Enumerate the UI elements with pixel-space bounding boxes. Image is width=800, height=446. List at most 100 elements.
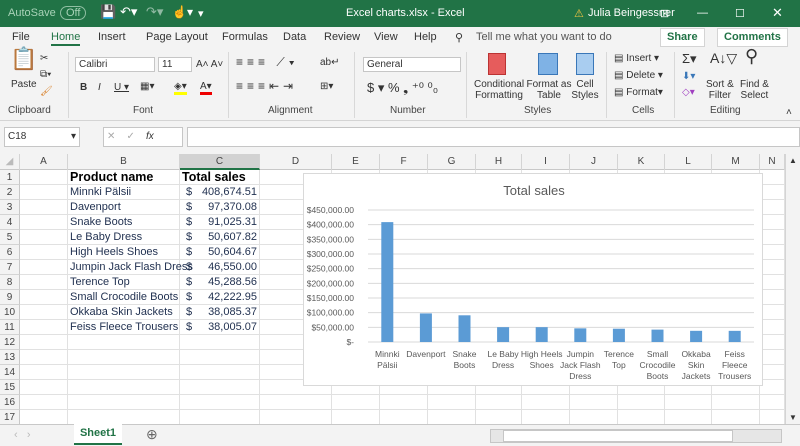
column-header-K[interactable]: K bbox=[618, 154, 665, 170]
merge-center-icon[interactable]: ⊞▾ bbox=[320, 81, 333, 92]
cell-A15[interactable] bbox=[20, 380, 68, 395]
name-box[interactable]: C18 ▾ bbox=[4, 127, 80, 147]
cancel-icon[interactable]: ✕ bbox=[107, 131, 115, 142]
cell-C12[interactable] bbox=[180, 335, 260, 350]
bar[interactable] bbox=[381, 222, 394, 342]
row-header-1[interactable]: 1 bbox=[0, 170, 20, 185]
horizontal-align-icons[interactable]: ≡≡≡⇤⇥ bbox=[236, 80, 297, 92]
number-format-select[interactable]: General bbox=[363, 57, 461, 72]
cell-C9[interactable]: $42,222.95 bbox=[180, 290, 260, 305]
column-header-B[interactable]: B bbox=[68, 154, 180, 170]
cell-A2[interactable] bbox=[20, 185, 68, 200]
autosum-icon[interactable]: Σ▾ bbox=[682, 52, 697, 65]
cell-L17[interactable] bbox=[665, 410, 712, 425]
sheet-tab-sheet1[interactable]: Sheet1 bbox=[74, 424, 122, 445]
cell-A14[interactable] bbox=[20, 365, 68, 380]
font-name-select[interactable]: Calibri bbox=[75, 57, 155, 72]
maximize-button[interactable]: ☐ bbox=[735, 7, 745, 20]
column-header-G[interactable]: G bbox=[428, 154, 476, 170]
cell-B2[interactable]: Minnki Pälsii bbox=[68, 185, 180, 200]
cell-I16[interactable] bbox=[522, 395, 570, 410]
cell-B4[interactable]: Snake Boots bbox=[68, 215, 180, 230]
cell-C16[interactable] bbox=[180, 395, 260, 410]
select-all-button[interactable]: ◢ bbox=[0, 154, 20, 170]
cell-styles-button[interactable]: Cell Styles bbox=[568, 79, 602, 101]
sort-filter-button[interactable]: Sort & Filter bbox=[706, 79, 734, 101]
cell-J17[interactable] bbox=[570, 410, 618, 425]
cell-B16[interactable] bbox=[68, 395, 180, 410]
cell-A6[interactable] bbox=[20, 245, 68, 260]
borders-icon[interactable]: ▦▾ bbox=[140, 81, 154, 92]
collapse-ribbon-icon[interactable]: ˄ bbox=[786, 107, 792, 118]
cell-N16[interactable] bbox=[760, 395, 785, 410]
cell-styles-icon[interactable] bbox=[576, 53, 594, 75]
cell-A1[interactable] bbox=[20, 170, 68, 185]
touch-mode-icon[interactable]: ☝▾ bbox=[172, 5, 193, 19]
cell-A11[interactable] bbox=[20, 320, 68, 335]
find-select-button[interactable]: Find & Select bbox=[740, 79, 769, 101]
cell-B5[interactable]: Le Baby Dress bbox=[68, 230, 180, 245]
paste-button[interactable]: Paste bbox=[11, 79, 37, 90]
insert-function-icon[interactable]: fx bbox=[146, 131, 154, 142]
cell-D16[interactable] bbox=[260, 395, 332, 410]
cell-K17[interactable] bbox=[618, 410, 665, 425]
cell-B17[interactable] bbox=[68, 410, 180, 425]
insert-cells-button[interactable]: ▤ Insert ▾ bbox=[614, 53, 659, 64]
cell-N17[interactable] bbox=[760, 410, 785, 425]
customize-toolbar-icon[interactable]: ▾ bbox=[198, 7, 204, 20]
row-header-7[interactable]: 7 bbox=[0, 260, 20, 275]
comments-button[interactable]: Comments bbox=[717, 28, 788, 47]
tab-file[interactable]: File bbox=[12, 31, 30, 43]
bar[interactable] bbox=[612, 328, 625, 342]
cell-A4[interactable] bbox=[20, 215, 68, 230]
row-header-9[interactable]: 9 bbox=[0, 290, 20, 305]
ribbon-display-icon[interactable]: ⊡ bbox=[660, 7, 669, 20]
fill-icon[interactable]: ⬇▾ bbox=[682, 71, 695, 82]
cell-B3[interactable]: Davenport bbox=[68, 200, 180, 215]
bar[interactable] bbox=[651, 329, 664, 342]
bold-button[interactable]: B bbox=[80, 82, 87, 93]
cut-icon[interactable]: ✂ bbox=[40, 53, 48, 64]
cell-M16[interactable] bbox=[712, 395, 760, 410]
copy-icon[interactable]: ⧉▾ bbox=[40, 69, 51, 80]
cell-E17[interactable] bbox=[332, 410, 380, 425]
sort-filter-icon[interactable]: A↓▽ bbox=[710, 51, 737, 65]
format-painter-icon[interactable]: 🖌 bbox=[40, 86, 53, 97]
font-color-icon[interactable]: A▾ bbox=[200, 81, 212, 95]
scroll-up-icon[interactable]: ▲ bbox=[789, 156, 797, 165]
column-header-D[interactable]: D bbox=[260, 154, 332, 170]
cell-C8[interactable]: $45,288.56 bbox=[180, 275, 260, 290]
cell-B13[interactable] bbox=[68, 350, 180, 365]
cell-E16[interactable] bbox=[332, 395, 380, 410]
cell-C14[interactable] bbox=[180, 365, 260, 380]
cell-B12[interactable] bbox=[68, 335, 180, 350]
cell-A10[interactable] bbox=[20, 305, 68, 320]
cell-C4[interactable]: $91,025.31 bbox=[180, 215, 260, 230]
cell-B10[interactable]: Okkaba Skin Jackets bbox=[68, 305, 180, 320]
cell-A5[interactable] bbox=[20, 230, 68, 245]
cell-F16[interactable] bbox=[380, 395, 428, 410]
bar[interactable] bbox=[497, 327, 510, 342]
row-header-6[interactable]: 6 bbox=[0, 245, 20, 260]
close-button[interactable]: ✕ bbox=[772, 5, 783, 21]
tab-review[interactable]: Review bbox=[324, 31, 360, 43]
column-header-L[interactable]: L bbox=[665, 154, 712, 170]
cell-C11[interactable]: $38,005.07 bbox=[180, 320, 260, 335]
row-header-16[interactable]: 16 bbox=[0, 395, 20, 410]
horizontal-scrollbar[interactable] bbox=[490, 429, 782, 443]
bar[interactable] bbox=[690, 330, 703, 342]
vertical-scrollbar[interactable]: ▲ ▼ bbox=[785, 154, 800, 424]
vertical-align-icons[interactable]: ≡≡≡ ⟋▾ bbox=[236, 56, 299, 68]
clear-icon[interactable]: ◇▾ bbox=[682, 87, 695, 98]
cell-A9[interactable] bbox=[20, 290, 68, 305]
chart[interactable]: Total sales $- $50,000.00 $100,000.00 $150,0… bbox=[303, 173, 763, 386]
row-header-4[interactable]: 4 bbox=[0, 215, 20, 230]
cell-B14[interactable] bbox=[68, 365, 180, 380]
scroll-down-icon[interactable]: ▼ bbox=[789, 413, 797, 422]
cell-C17[interactable] bbox=[180, 410, 260, 425]
horizontal-scroll-thumb[interactable] bbox=[503, 430, 733, 442]
find-icon[interactable]: ⚲ bbox=[745, 47, 758, 65]
tab-insert[interactable]: Insert bbox=[98, 31, 126, 43]
cell-C15[interactable] bbox=[180, 380, 260, 395]
number-format-icons[interactable]: $ ▾ % ❟ ⁺⁰ ⁰₀ bbox=[367, 81, 438, 94]
